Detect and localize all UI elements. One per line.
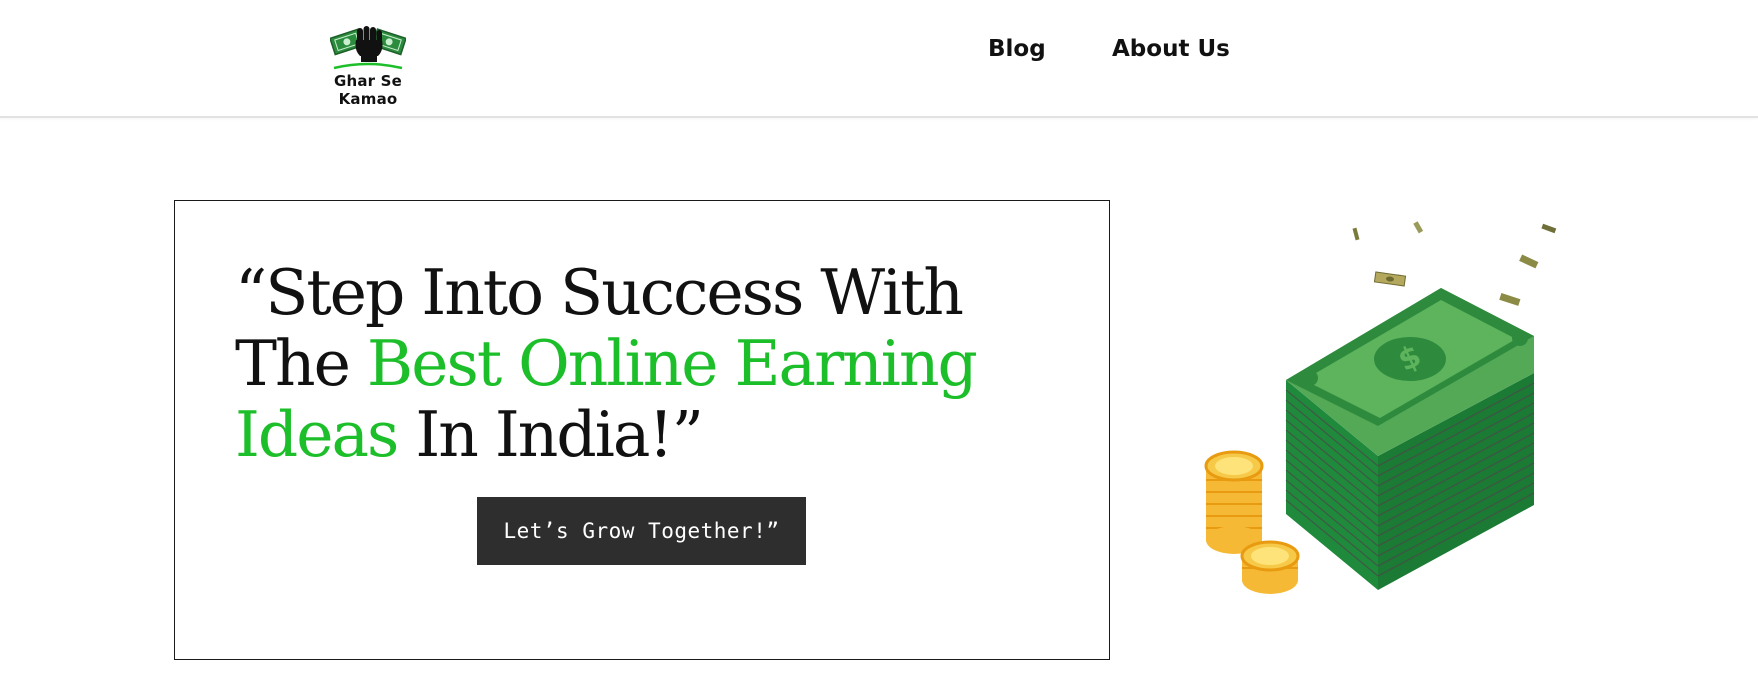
- nav-link-about-us[interactable]: About Us: [1112, 36, 1230, 62]
- fist-with-cash-icon: [330, 26, 406, 70]
- hero-section: “Step Into Success With The Best Online …: [174, 200, 1110, 660]
- brand-name: Ghar Se Kamao: [333, 72, 403, 108]
- hero-heading: “Step Into Success With The Best Online …: [235, 257, 1055, 470]
- site-header: Ghar Se Kamao Blog About Us: [0, 0, 1758, 118]
- cash-stack: $: [1285, 288, 1535, 590]
- hero-heading-end: In India!”: [397, 398, 704, 471]
- gold-coins: [1204, 450, 1300, 594]
- nav-link-blog[interactable]: Blog: [988, 36, 1046, 62]
- flying-bills: [1352, 221, 1557, 306]
- site-logo[interactable]: Ghar Se Kamao: [306, 20, 430, 108]
- money-stack-and-coins-illustration: $: [1204, 221, 1557, 594]
- cta-button[interactable]: Let’s Grow Together!”: [477, 497, 806, 565]
